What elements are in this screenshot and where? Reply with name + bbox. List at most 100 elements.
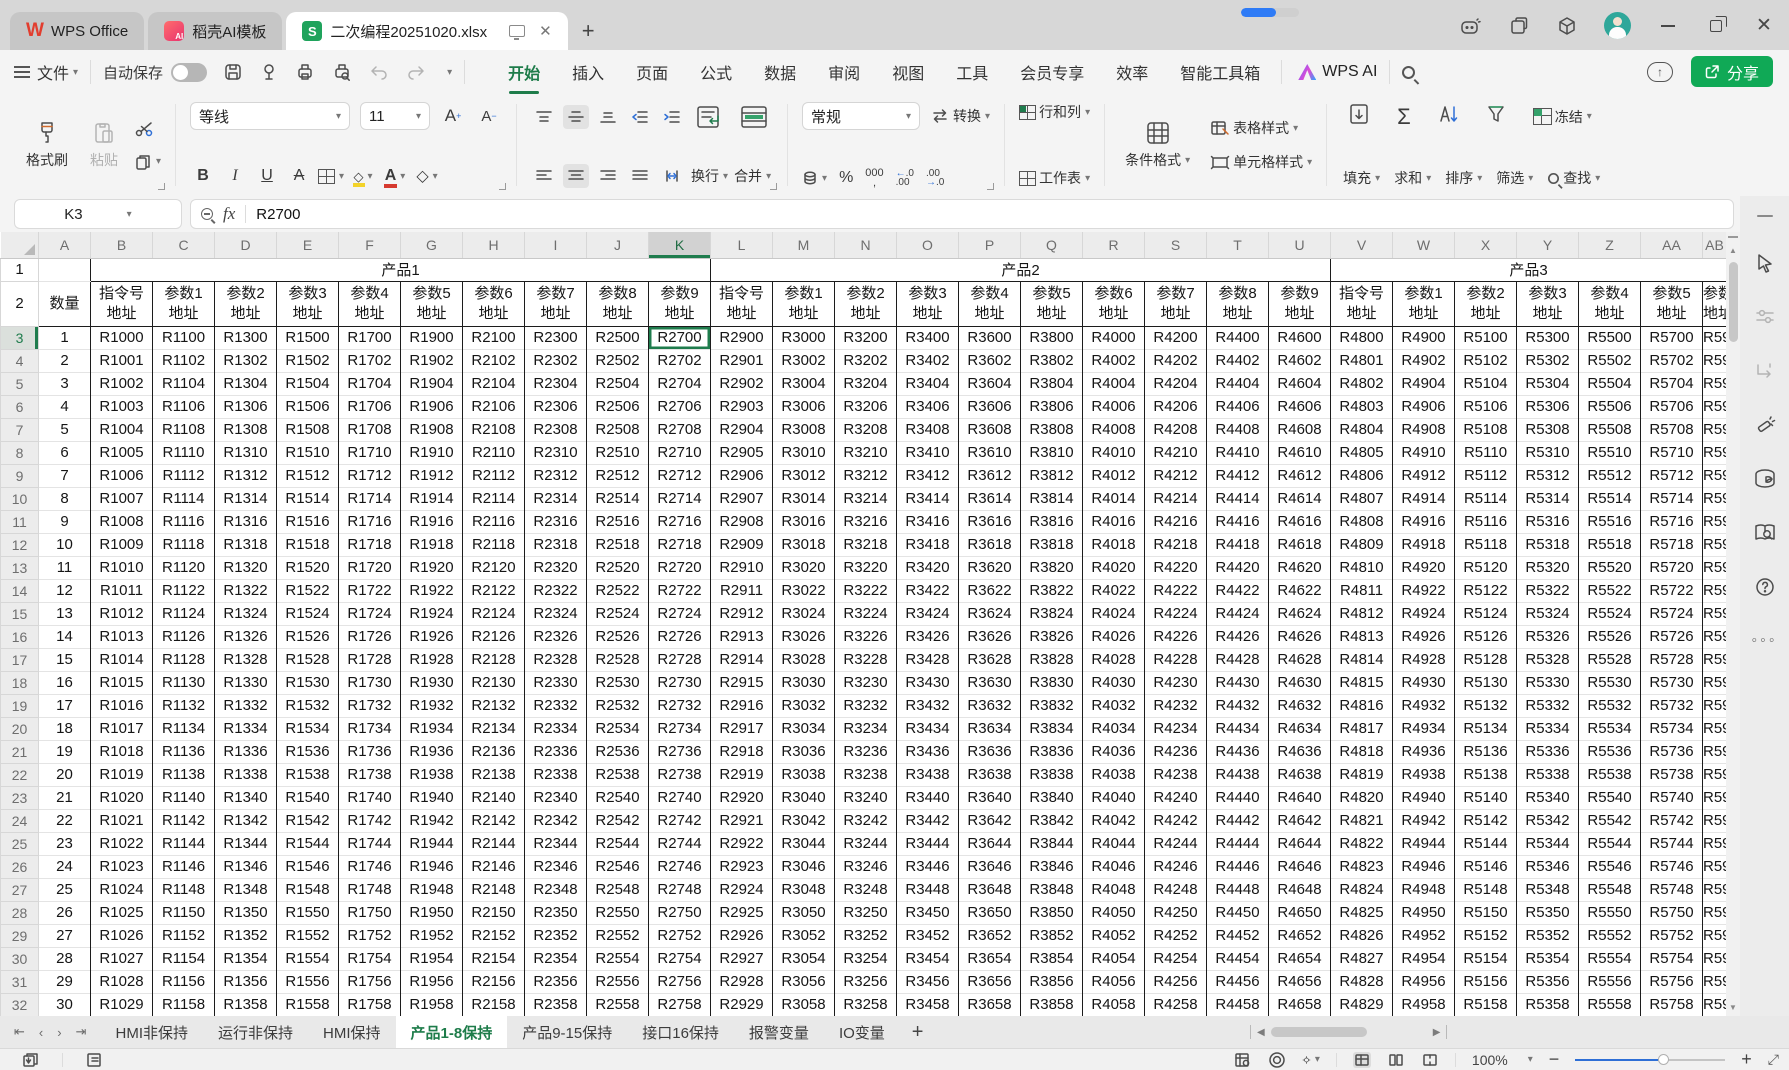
cell-N8[interactable]: R3210 [835,441,897,464]
cell-W20[interactable]: R4934 [1393,717,1455,740]
cell-C31[interactable]: R1156 [153,970,215,993]
row-header-6[interactable]: 6 [1,395,39,418]
cell-V22[interactable]: R4819 [1331,763,1393,786]
row-header-15[interactable]: 15 [1,602,39,625]
cell-AA9[interactable]: R5712 [1641,464,1703,487]
cell-E20[interactable]: R1534 [277,717,339,740]
cell-X22[interactable]: R5138 [1455,763,1517,786]
cell-I14[interactable]: R2322 [525,579,587,602]
cell-S29[interactable]: R4252 [1145,924,1207,947]
field-header-E[interactable]: 参数3地址 [277,281,339,326]
cell-X29[interactable]: R5152 [1455,924,1517,947]
cell-M32[interactable]: R3058 [773,993,835,1016]
cell-S18[interactable]: R4230 [1145,671,1207,694]
cell-E3[interactable]: R1500 [277,326,339,349]
row-header-17[interactable]: 17 [1,648,39,671]
cell-R7[interactable]: R4008 [1083,418,1145,441]
cell-K27[interactable]: R2748 [649,878,711,901]
increase-font-icon[interactable]: A+ [440,104,466,128]
cell-C21[interactable]: R1136 [153,740,215,763]
cell-D13[interactable]: R1320 [215,556,277,579]
column-header-J[interactable]: J [587,232,649,258]
cell-I8[interactable]: R2310 [525,441,587,464]
cell-B30[interactable]: R1027 [91,947,153,970]
cell-E6[interactable]: R1506 [277,395,339,418]
cell-C9[interactable]: R1112 [153,464,215,487]
align-bottom-icon[interactable] [595,105,621,129]
cell-P4[interactable]: R3602 [959,349,1021,372]
cell-M8[interactable]: R3010 [773,441,835,464]
cell-B4[interactable]: R1001 [91,349,153,372]
cell-D4[interactable]: R1302 [215,349,277,372]
cell-J20[interactable]: R2534 [587,717,649,740]
cell-R12[interactable]: R4018 [1083,533,1145,556]
cell-X10[interactable]: R5114 [1455,487,1517,510]
search-commands-icon[interactable] [1402,66,1415,79]
collapse-sidebar-icon[interactable] [1740,196,1789,236]
cell-E13[interactable]: R1520 [277,556,339,579]
cell-R6[interactable]: R4006 [1083,395,1145,418]
field-header-H[interactable]: 参数6地址 [463,281,525,326]
cell-N5[interactable]: R3204 [835,372,897,395]
cell-T10[interactable]: R4414 [1207,487,1269,510]
cell-Q22[interactable]: R3838 [1021,763,1083,786]
cell-K31[interactable]: R2756 [649,970,711,993]
product-header-产品1[interactable]: 产品1 [91,258,711,281]
cell-G5[interactable]: R1904 [401,372,463,395]
sort-button[interactable]: 排序▾ [1445,168,1482,188]
cell-S26[interactable]: R4246 [1145,855,1207,878]
product-header-产品3[interactable]: 产品3 [1331,258,1727,281]
smart-toolbox-icon[interactable] [1740,398,1789,452]
cell-G9[interactable]: R1912 [401,464,463,487]
cell-F20[interactable]: R1734 [339,717,401,740]
cell-N14[interactable]: R3222 [835,579,897,602]
cell-Z19[interactable]: R5532 [1579,694,1641,717]
cell-R13[interactable]: R4020 [1083,556,1145,579]
help-icon[interactable] [1740,560,1789,614]
cell-E16[interactable]: R1526 [277,625,339,648]
cell-F5[interactable]: R1704 [339,372,401,395]
cell-Z17[interactable]: R5528 [1579,648,1641,671]
cell-Q11[interactable]: R3816 [1021,510,1083,533]
cell-N31[interactable]: R3256 [835,970,897,993]
field-header-M[interactable]: 参数1地址 [773,281,835,326]
cell-W28[interactable]: R4950 [1393,901,1455,924]
cell-Z5[interactable]: R5504 [1579,372,1641,395]
cell-R9[interactable]: R4012 [1083,464,1145,487]
decrease-decimal-icon[interactable]: .00→.0 [926,169,944,187]
cell-P6[interactable]: R3606 [959,395,1021,418]
cell-D11[interactable]: R1316 [215,510,277,533]
cell-G16[interactable]: R1926 [401,625,463,648]
formula-value[interactable]: R2700 [256,206,300,223]
cell-J4[interactable]: R2502 [587,349,649,372]
field-header-J[interactable]: 参数8地址 [587,281,649,326]
cell-U18[interactable]: R4630 [1269,671,1331,694]
cell-U29[interactable]: R4652 [1269,924,1331,947]
sort-icon[interactable] [1437,103,1459,130]
borders-icon[interactable]: ▾ [318,164,344,188]
cell-U10[interactable]: R4614 [1269,487,1331,510]
cell-M5[interactable]: R3004 [773,372,835,395]
row-header-21[interactable]: 21 [1,740,39,763]
cell-H31[interactable]: R2156 [463,970,525,993]
cell-A31[interactable]: 29 [39,970,91,993]
column-header-N[interactable]: N [835,232,897,258]
cell-AB15[interactable]: R5924 [1703,602,1727,625]
cell-Q29[interactable]: R3852 [1021,924,1083,947]
cell-Y4[interactable]: R5302 [1517,349,1579,372]
cell-Y14[interactable]: R5322 [1517,579,1579,602]
cell-E31[interactable]: R1556 [277,970,339,993]
cell-AA8[interactable]: R5710 [1641,441,1703,464]
row-header-32[interactable]: 32 [1,993,39,1016]
column-header-V[interactable]: V [1331,232,1393,258]
cell-AA20[interactable]: R5734 [1641,717,1703,740]
cell-Y32[interactable]: R5358 [1517,993,1579,1016]
cell-G30[interactable]: R1954 [401,947,463,970]
cell-O23[interactable]: R3440 [897,786,959,809]
cell-N19[interactable]: R3232 [835,694,897,717]
cell-M31[interactable]: R3056 [773,970,835,993]
cell-K4[interactable]: R2702 [649,349,711,372]
cell-Y9[interactable]: R5312 [1517,464,1579,487]
cell-R14[interactable]: R4022 [1083,579,1145,602]
cell-J16[interactable]: R2526 [587,625,649,648]
